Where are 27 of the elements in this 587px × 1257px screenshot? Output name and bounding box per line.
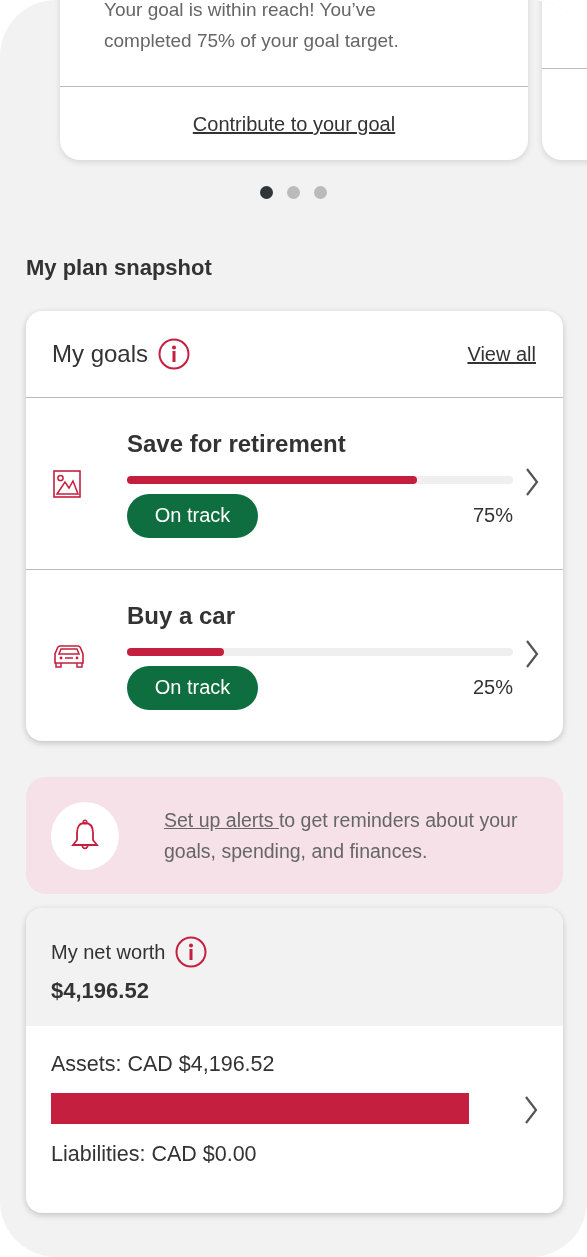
liabilities-label: Liabilities: CAD $0.00	[51, 1142, 258, 1167]
goal-percent: 25%	[472, 676, 513, 699]
chevron-right-icon[interactable]	[525, 466, 539, 497]
alert-text: Set up alerts to get reminders about your goals, spending, and finances.	[164, 807, 519, 864]
view-all-link[interactable]: View all	[467, 342, 536, 366]
goal-name: Save for retirement	[127, 429, 347, 458]
contribute-link[interactable]: Contribute to your goal	[192, 113, 396, 135]
image-icon	[53, 469, 81, 498]
chevron-right-icon[interactable]	[525, 638, 539, 669]
car-icon	[53, 642, 85, 669]
section-title: My plan snapshot	[26, 255, 213, 281]
net-worth-amount: $4,196.52	[51, 978, 150, 1004]
assets-label: Assets: CAD $4,196.52	[51, 1052, 276, 1077]
status-badge: On track	[127, 493, 258, 538]
page-dot[interactable]	[314, 186, 327, 199]
card-title: My net worth	[51, 940, 166, 964]
page-dot[interactable]	[287, 186, 300, 199]
chevron-right-icon[interactable]	[524, 1094, 538, 1125]
info-icon[interactable]	[158, 338, 191, 370]
goal-percent: 75%	[472, 504, 513, 527]
set-up-alerts-link[interactable]: Set up alerts	[164, 808, 279, 831]
status-badge: On track	[127, 665, 258, 710]
goal-message: Your goal is within reach! You’ve completed 75% of your goal target.	[60, 0, 528, 87]
page-dot[interactable]	[260, 186, 273, 199]
card-title: My goals	[52, 340, 149, 368]
info-icon[interactable]	[175, 936, 208, 968]
goal-name: Buy a car	[127, 601, 237, 630]
